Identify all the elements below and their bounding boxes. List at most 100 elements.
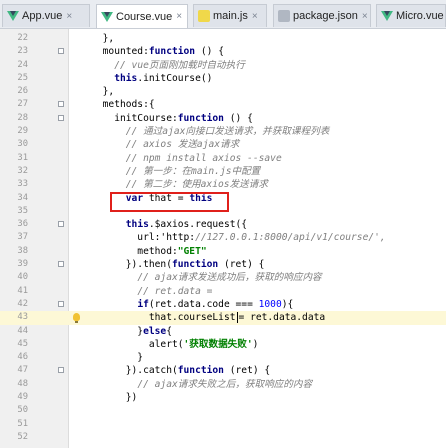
code-line[interactable]: 50 (0, 404, 446, 417)
line-number: 24 (17, 59, 28, 70)
code-text: // 第一步：在main.js中配置 (125, 165, 261, 177)
code-text: }).catch(function (ret) { (68, 365, 271, 377)
code-text: }else{ (68, 325, 172, 337)
vue-file-icon (7, 10, 19, 22)
line-number: 42 (17, 298, 28, 309)
code-line[interactable]: 47 }).catch(function (ret) { (0, 364, 446, 377)
tab-micro-vue[interactable]: Micro.vue × (376, 4, 446, 27)
code-line[interactable]: 31 // npm install axios --save (0, 152, 446, 165)
fold-marker-icon[interactable] (58, 367, 64, 374)
line-number: 40 (17, 272, 28, 283)
tab-label: package.json (293, 10, 358, 22)
code-text: this.$axios.request({ (125, 219, 248, 231)
js-file-icon (198, 10, 210, 22)
code-line[interactable]: 27 methods:{ (0, 98, 446, 111)
line-number: 27 (17, 99, 28, 110)
code-line[interactable]: 36 this.$axios.request({ (0, 218, 446, 231)
code-text: }, (68, 33, 115, 44)
line-number: 32 (17, 165, 28, 176)
code-text: // npm install axios --save (125, 152, 282, 164)
code-text: methods:{ (68, 99, 155, 111)
code-line[interactable]: 29 // 通过ajax向接口发送请求，并获取课程列表 (0, 125, 446, 138)
tab-label: Course.vue (116, 10, 173, 23)
code-line[interactable]: 52 (0, 431, 446, 444)
code-line[interactable]: 46 } (0, 351, 446, 364)
line-number: 30 (17, 139, 28, 150)
line-number: 45 (17, 338, 28, 349)
line-number: 34 (17, 192, 28, 203)
code-line[interactable]: 24 // vue页面刚加载时自动执行 (0, 59, 446, 72)
line-number: 29 (17, 126, 28, 137)
code-line[interactable]: 49 }) (0, 391, 446, 404)
code-line[interactable]: 44 }else{ (0, 325, 446, 338)
vue-file-icon (101, 11, 113, 23)
code-line[interactable]: 33 // 第二步：使用axios发送请求 (0, 178, 446, 191)
line-number: 25 (17, 72, 28, 83)
code-line[interactable]: 39 }).then(function (ret) { (0, 258, 446, 271)
code-text: } (68, 352, 144, 364)
tab-main-js[interactable]: main.js × (193, 4, 267, 27)
code-line[interactable]: 26 }, (0, 85, 446, 98)
fold-marker-icon[interactable] (58, 114, 64, 121)
fold-marker-icon[interactable] (58, 101, 64, 108)
code-editor[interactable]: 22 }, 23 mounted:function () {24 // vue页面… (0, 32, 446, 444)
code-line[interactable]: 25 this.initCourse() (0, 72, 446, 85)
code-line[interactable]: 32 // 第一步：在main.js中配置 (0, 165, 446, 178)
tab-label: main.js (213, 10, 248, 22)
vue-file-icon (381, 10, 393, 22)
code-text: // 第二步：使用axios发送请求 (125, 179, 268, 191)
code-text: alert('获取数据失败') (68, 338, 259, 350)
code-line[interactable]: 30 // axios 发送ajax请求 (0, 138, 446, 151)
tab-label: App.vue (22, 10, 63, 22)
code-text: // axios 发送ajax请求 (125, 139, 240, 151)
tab-package-json[interactable]: package.json × (273, 4, 371, 27)
line-number: 36 (17, 219, 28, 230)
line-number: 39 (17, 259, 28, 270)
line-number: 31 (17, 152, 28, 163)
line-number: 35 (17, 205, 28, 216)
code-text: method:"GET" (68, 245, 207, 257)
fold-marker-icon[interactable] (58, 221, 64, 228)
code-text: }, (68, 86, 115, 98)
fold-marker-icon[interactable] (58, 261, 64, 268)
code-line[interactable]: 22 }, (0, 32, 446, 45)
code-text: // vue页面刚加载时自动执行 (114, 59, 245, 71)
close-tab-icon[interactable]: × (252, 11, 258, 22)
code-line[interactable]: 23 mounted:function () { (0, 45, 446, 58)
code-line[interactable]: 43 that.courseList = ret.data.data (0, 311, 446, 325)
tab-app-vue[interactable]: App.vue × (2, 4, 90, 27)
close-tab-icon[interactable]: × (66, 11, 72, 22)
code-text: that.courseList = ret.data.data (68, 311, 326, 324)
line-number: 46 (17, 352, 28, 363)
code-line[interactable]: 51 (0, 418, 446, 431)
line-number: 43 (17, 312, 28, 323)
close-tab-icon[interactable]: × (176, 11, 182, 22)
fold-marker-icon[interactable] (58, 48, 64, 55)
line-number: 44 (17, 325, 28, 336)
code-line[interactable]: 37 url:'http://127.0.0.1:8000/api/v1/cou… (0, 231, 446, 244)
line-number: 49 (17, 392, 28, 403)
code-line[interactable]: 45 alert('获取数据失败') (0, 338, 446, 351)
code-line[interactable]: 38 method:"GET" (0, 245, 446, 258)
code-text: if(ret.data.code === 1000){ (137, 298, 294, 310)
line-number: 50 (17, 405, 28, 416)
code-line[interactable]: 42 if(ret.data.code === 1000){ (0, 298, 446, 311)
fold-marker-icon[interactable] (58, 300, 64, 307)
code-text: }) (68, 392, 138, 404)
tab-label: Micro.vue (396, 10, 444, 22)
tab-course-vue[interactable]: Course.vue × (96, 4, 188, 28)
line-number: 52 (17, 431, 28, 442)
code-text: url:'http://127.0.0.1:8000/api/v1/course… (68, 232, 386, 244)
code-text: this.initCourse() (114, 72, 213, 84)
editor-tab-bar: App.vue × Course.vue × main.js × package… (0, 0, 446, 29)
line-number: 28 (17, 112, 28, 123)
code-line[interactable]: 48 // ajax请求失败之后，获取响应的内容 (0, 378, 446, 391)
code-line[interactable]: 28 initCourse:function () { (0, 112, 446, 125)
code-line[interactable]: 40 // ajax请求发送成功后，获取的响应内容 (0, 271, 446, 284)
code-line[interactable]: 41 // ret.data = (0, 285, 446, 298)
close-tab-icon[interactable]: × (362, 11, 368, 22)
json-file-icon (278, 10, 290, 22)
code-text: // ret.data = (137, 285, 213, 297)
code-text: }).then(function (ret) { (68, 259, 265, 271)
line-number: 33 (17, 179, 28, 190)
